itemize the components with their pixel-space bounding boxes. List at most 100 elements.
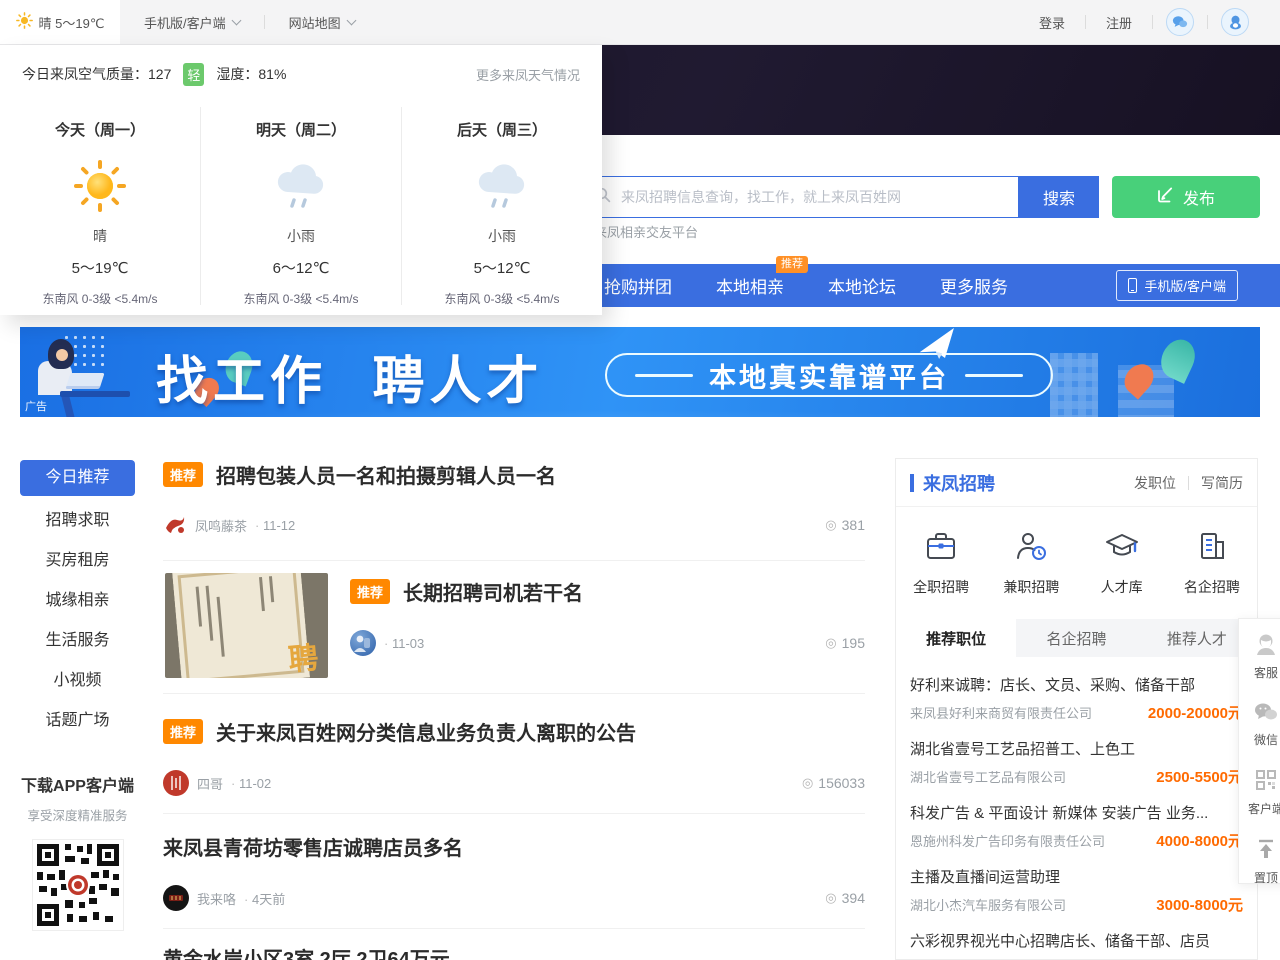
- listing-thumbnail[interactable]: 聘: [165, 573, 328, 678]
- more-weather-link[interactable]: 更多来凤天气情况: [476, 65, 580, 84]
- topbar-mobile-label: 手机版/客户端: [144, 13, 226, 32]
- listing-title: 招聘包装人员一名和拍摄剪辑人员一名: [216, 466, 556, 488]
- topbar-sitemap-link[interactable]: 网站地图: [265, 0, 379, 44]
- sidebar-item-housing[interactable]: 买房租房: [20, 541, 135, 581]
- publish-button[interactable]: 发布: [1112, 176, 1260, 218]
- recruitment-links: 发职位 写简历: [1134, 473, 1243, 493]
- job-company: 湖北省壹号工艺品有限公司: [910, 767, 1066, 786]
- tab-recommended-jobs[interactable]: 推荐职位: [896, 619, 1016, 657]
- list-item[interactable]: 黄金水岸小区3室 2厅 2卫64万元: [163, 943, 865, 960]
- company-building-icon: [1195, 549, 1229, 566]
- write-resume-link[interactable]: 写简历: [1201, 473, 1243, 493]
- search-input[interactable]: [621, 189, 1018, 205]
- chevron-down-icon: [346, 16, 356, 26]
- app-download-subtitle: 享受深度精准服务: [20, 805, 135, 824]
- sidebar-item-jobs[interactable]: 招聘求职: [20, 501, 135, 541]
- nav-mobile-app-button[interactable]: 手机版/客户端: [1116, 270, 1238, 301]
- view-count: ◎195: [825, 635, 865, 651]
- customer-service-button[interactable]: 客服: [1246, 633, 1280, 681]
- hot-search-link[interactable]: 来凤相亲交友平台: [594, 222, 698, 241]
- category-label: 名企招聘: [1167, 577, 1257, 597]
- category-fulltime[interactable]: 全职招聘: [896, 530, 986, 597]
- views-value: 195: [842, 635, 865, 651]
- topbar-weather-toggle[interactable]: 晴 5～19℃: [0, 0, 120, 44]
- job-salary: 2000-20000元: [1148, 702, 1243, 723]
- listing-title: 长期招聘司机若干名: [403, 583, 583, 605]
- day-wind: 东南风 0-3级 <5.4m/s: [0, 290, 200, 307]
- views-icon: ◎: [825, 517, 836, 533]
- category-famous-companies[interactable]: 名企招聘: [1167, 530, 1257, 597]
- login-link[interactable]: 登录: [1019, 0, 1085, 44]
- job-item[interactable]: 湖北省壹号工艺品招普工、上色工 湖北省壹号工艺品有限公司 2500-5500元: [910, 723, 1243, 787]
- sidebar-item-life-services[interactable]: 生活服务: [20, 621, 135, 661]
- job-title: 科发广告 & 平面设计 新媒体 安装广告 业务...: [910, 802, 1243, 823]
- recruitment-title: 来凤招聘: [923, 470, 995, 496]
- app-client-button[interactable]: 客户端: [1246, 769, 1280, 817]
- list-item[interactable]: 来凤县青荷坊零售店诚聘店员多名: [163, 832, 865, 861]
- sidebar-item-short-video[interactable]: 小视频: [20, 661, 135, 701]
- search-button[interactable]: 搜索: [1019, 176, 1099, 218]
- list-item[interactable]: 推荐招聘包装人员一名和拍摄剪辑人员一名: [163, 460, 865, 489]
- wechat-button[interactable]: 微信: [1246, 702, 1280, 748]
- job-item[interactable]: 科发广告 & 平面设计 新媒体 安装广告 业务... 恩施州科发广告印务有限责任…: [910, 787, 1243, 851]
- weather-panel: 今日来凤空气质量：127 轻 湿度：81% 更多来凤天气情况 今天（周一） 晴 …: [0, 45, 602, 315]
- weather-day-after: 后天（周三） 小雨 5～12℃ 东南风 0-3级 <5.4m/s: [401, 107, 602, 305]
- left-sidebar: 今日推荐 招聘求职 买房租房 城缘相亲 生活服务 小视频 话题广场 下载APP客…: [20, 460, 135, 931]
- topbar-mobile-link[interactable]: 手机版/客户端: [120, 0, 264, 44]
- day-condition: 小雨: [402, 226, 602, 246]
- topbar-sitemap-label: 网站地图: [289, 13, 341, 32]
- post-job-link[interactable]: 发职位: [1134, 473, 1176, 493]
- weather-day-tomorrow: 明天（周二） 小雨 6～12℃ 东南风 0-3级 <5.4m/s: [200, 107, 401, 305]
- chevron-down-icon: [231, 16, 241, 26]
- person-clock-icon: [1014, 549, 1048, 566]
- list-item[interactable]: 推荐长期招聘司机若干名: [350, 577, 865, 606]
- nav-label: 抢购拼团: [604, 278, 672, 297]
- qq-icon[interactable]: [1221, 8, 1249, 36]
- nav-item-local-dating[interactable]: 本地相亲 推荐: [716, 273, 784, 298]
- wechat-icon[interactable]: [1166, 8, 1194, 36]
- list-item[interactable]: 推荐关于来凤百姓网分类信息业务负责人离职的公告: [163, 717, 865, 746]
- qrcode-icon: [1255, 769, 1277, 796]
- listing-title: 黄金水岸小区3室 2厅 2卫64万元: [163, 949, 450, 960]
- views-icon: ◎: [802, 775, 813, 791]
- category-talent-pool[interactable]: 人才库: [1077, 530, 1167, 597]
- listing-author[interactable]: 四哥: [197, 774, 223, 793]
- day-title: 后天（周三）: [402, 119, 602, 140]
- views-value: 381: [842, 517, 865, 533]
- to-top-icon: [1255, 838, 1277, 865]
- job-company: 来凤县好利来商贸有限责任公司: [910, 703, 1092, 722]
- job-item[interactable]: 主播及直播间运营助理 湖北小杰汽车服务有限公司3000-8000元: [910, 851, 1243, 915]
- sidebar-item-dating[interactable]: 城缘相亲: [20, 581, 135, 621]
- job-title: 湖北省壹号工艺品招普工、上色工: [910, 738, 1243, 759]
- views-value: 394: [842, 890, 865, 906]
- sidebar-item-today-recommend[interactable]: 今日推荐: [20, 460, 135, 496]
- listing-meta: 我来咯 4天前 ◎394: [163, 885, 865, 911]
- job-title: 六彩视界视光中心招聘店长、储备干部、店员: [910, 930, 1243, 951]
- nav-label: 本地论坛: [828, 278, 896, 297]
- job-item[interactable]: 六彩视界视光中心招聘店长、储备干部、店员 来凤县六彩眼镜中心3000-8000元: [910, 915, 1243, 960]
- sunny-icon: [0, 148, 200, 224]
- register-label: 注册: [1106, 13, 1132, 32]
- listing-author[interactable]: 凤鸣藤茶: [195, 516, 247, 535]
- view-count: ◎394: [825, 890, 865, 906]
- job-ad-banner[interactable]: 找工作 聘人才 本地真实靠谱平台 广告: [20, 327, 1260, 417]
- job-item[interactable]: 好利来诚聘：店长、文员、采购、储备干部 来凤县好利来商贸有限责任公司2000-2…: [910, 659, 1243, 723]
- listing-date: 4天前: [244, 889, 285, 908]
- certificate-char: 聘: [286, 633, 320, 678]
- avatar: [163, 514, 187, 536]
- day-condition: 晴: [0, 226, 200, 246]
- listing-author[interactable]: 我来咯: [197, 889, 236, 908]
- nav-item-more-services[interactable]: 更多服务: [940, 273, 1008, 298]
- tab-famous-companies[interactable]: 名企招聘: [1016, 619, 1136, 657]
- register-link[interactable]: 注册: [1086, 0, 1152, 44]
- topbar: 晴 5～19℃ 手机版/客户端 网站地图 登录 注册: [0, 0, 1280, 45]
- listing-date: 11-02: [231, 776, 271, 791]
- job-salary: 2500-5500元: [1156, 766, 1243, 787]
- back-to-top-button[interactable]: 置顶: [1246, 838, 1280, 886]
- category-parttime[interactable]: 兼职招聘: [986, 530, 1076, 597]
- nav-item-group-buy[interactable]: 抢购拼团: [604, 273, 672, 298]
- listing-meta: 四哥 11-02 ◎156033: [163, 770, 865, 796]
- nav-item-local-forum[interactable]: 本地论坛: [828, 273, 896, 298]
- sidebar-item-topics[interactable]: 话题广场: [20, 701, 135, 741]
- search-box: [580, 176, 1019, 218]
